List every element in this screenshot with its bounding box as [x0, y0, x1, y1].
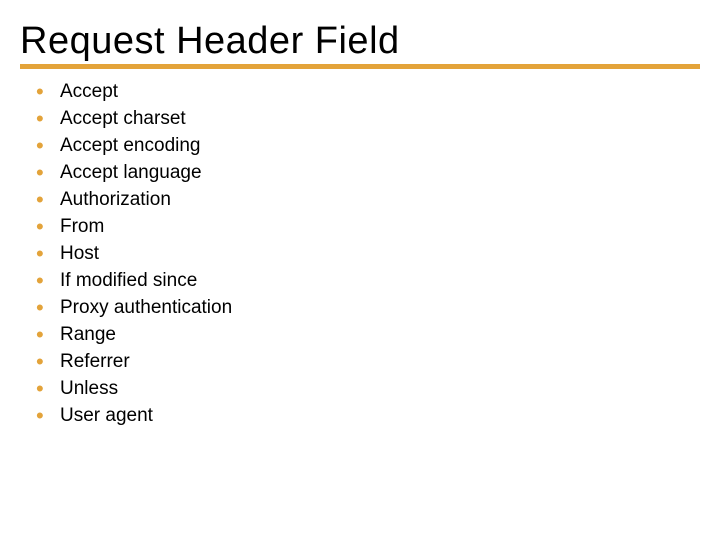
- list-item-label: Accept charset: [60, 108, 186, 129]
- list-item: From: [34, 214, 700, 241]
- list-item-label: Authorization: [60, 189, 171, 210]
- list-item-label: Host: [60, 243, 99, 264]
- list-item-label: Accept encoding: [60, 135, 201, 156]
- list-item-label: Range: [60, 324, 116, 345]
- list-item: If modified since: [34, 268, 700, 295]
- list-item: Accept encoding: [34, 133, 700, 160]
- list-item: User agent: [34, 403, 700, 430]
- list-item: Accept: [34, 79, 700, 106]
- list-item: Proxy authentication: [34, 295, 700, 322]
- slide: Request Header Field Accept Accept chars…: [0, 0, 720, 540]
- list-item-label: Proxy authentication: [60, 297, 232, 318]
- list-item-label: Accept language: [60, 162, 202, 183]
- list-item: Referrer: [34, 349, 700, 376]
- title-underline: [20, 64, 700, 69]
- list-item: Authorization: [34, 187, 700, 214]
- list-item: Accept language: [34, 160, 700, 187]
- list-item-label: Accept: [60, 81, 118, 102]
- list-item-label: If modified since: [60, 270, 197, 291]
- list-item-label: User agent: [60, 405, 153, 426]
- list-item: Unless: [34, 376, 700, 403]
- list-item-label: Referrer: [60, 351, 130, 372]
- list-item: Range: [34, 322, 700, 349]
- page-title: Request Header Field: [20, 22, 700, 62]
- field-list: Accept Accept charset Accept encoding Ac…: [20, 79, 700, 430]
- list-item-label: Unless: [60, 378, 118, 399]
- list-item: Host: [34, 241, 700, 268]
- list-item-label: From: [60, 216, 104, 237]
- list-item: Accept charset: [34, 106, 700, 133]
